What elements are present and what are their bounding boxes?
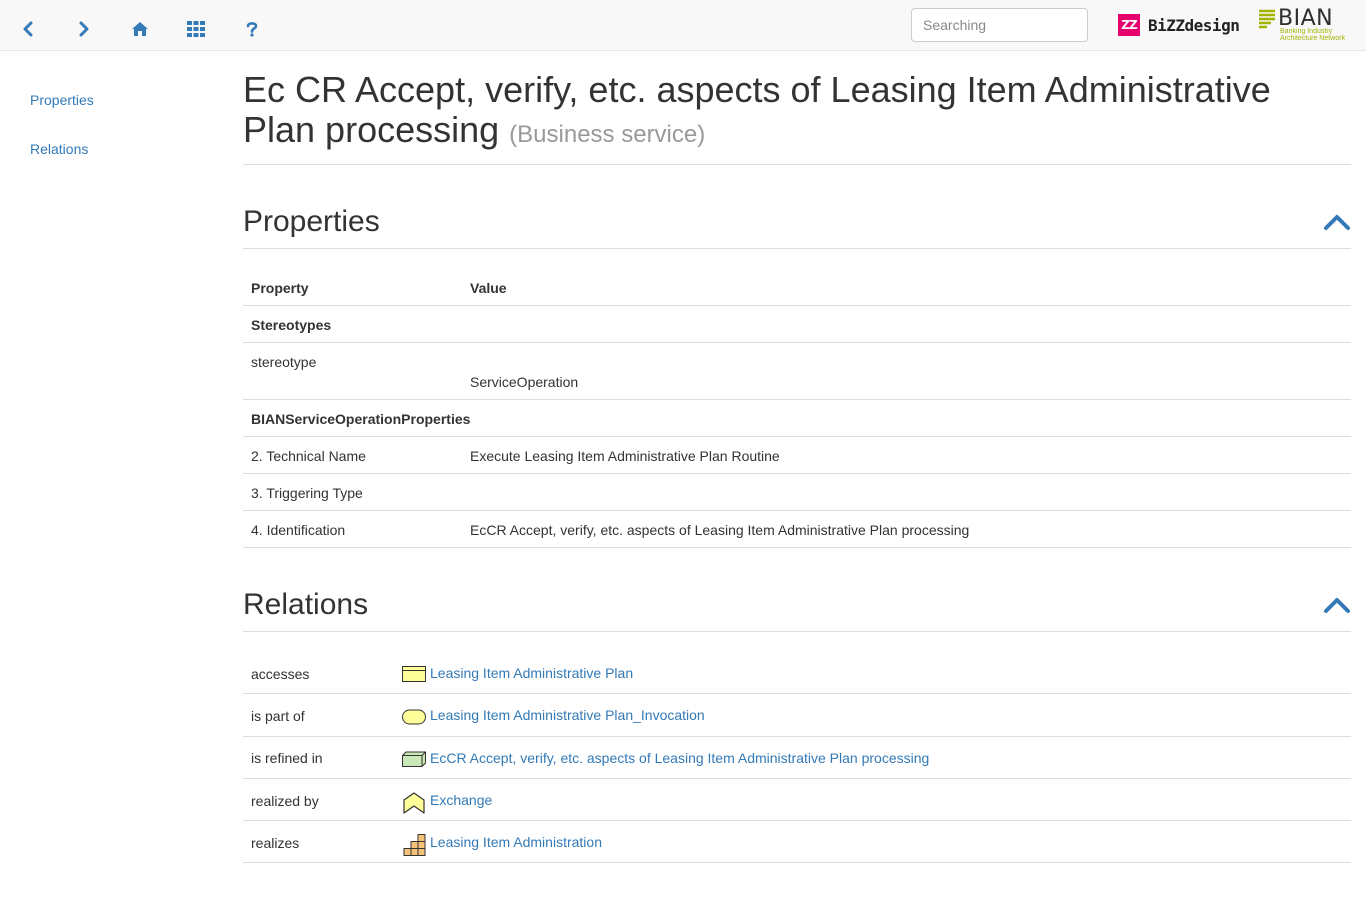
relations-table: accesses Leasing Item Administrative Pla… (243, 652, 1351, 864)
properties-heading: Properties (243, 205, 380, 238)
table-row: realizes Leasing Item Administration (243, 820, 1351, 864)
bizzdesign-logo-text: BiZZdesign (1148, 15, 1240, 35)
relation-target-link[interactable]: Leasing Item Administrative Plan (430, 665, 633, 681)
page-title-text: Ec CR Accept, verify, etc. aspects of Le… (243, 69, 1271, 150)
question-icon[interactable] (239, 16, 265, 42)
table-group-row: Stereotypes (243, 305, 1351, 343)
value-stream-icon (402, 792, 426, 814)
property-name: 3. Triggering Type (243, 473, 462, 511)
relation-target-link[interactable]: Leasing Item Administrative Plan_Invocat… (430, 707, 705, 723)
bian-logo-mark-icon (1259, 9, 1275, 29)
table-header-row: Property Value (243, 269, 1351, 306)
search-input[interactable] (911, 8, 1088, 42)
chevron-left-icon[interactable] (15, 16, 41, 42)
table-row: 4. Identification EcCR Accept, verify, e… (243, 510, 1351, 548)
capability-icon (402, 834, 426, 857)
table-row: is refined in EcCR Accept, verify, etc. … (243, 736, 1351, 779)
property-value: EcCR Accept, verify, etc. aspects of Lea… (462, 510, 1351, 548)
business-service-icon (402, 708, 426, 726)
chevron-up-icon[interactable] (1323, 212, 1351, 232)
sidebar-item-relations[interactable]: Relations (30, 141, 88, 157)
page-title: Ec CR Accept, verify, etc. aspects of Le… (243, 70, 1351, 165)
bizzdesign-logo-mark: ZZ (1118, 14, 1140, 36)
property-name: 2. Technical Name (243, 436, 462, 474)
bian-logo-subtitle: Banking Industry Architecture Network (1280, 28, 1345, 42)
home-icon[interactable] (127, 16, 153, 42)
group-label-stereotypes: Stereotypes (243, 305, 1351, 343)
business-object-icon (402, 665, 426, 683)
page-subtitle: (Business service) (509, 121, 706, 148)
relations-heading: Relations (243, 588, 369, 621)
relation-target: Leasing Item Administrative Plan_Invocat… (394, 693, 1351, 737)
property-value: Execute Leasing Item Administrative Plan… (462, 436, 1351, 474)
relation-type: is refined in (243, 736, 394, 779)
group-label-bian-properties: BIANServiceOperationProperties (243, 399, 1351, 437)
relation-target-link[interactable]: Exchange (430, 792, 492, 808)
table-row: accesses Leasing Item Administrative Pla… (243, 652, 1351, 695)
main-content: Ec CR Accept, verify, etc. aspects of Le… (243, 70, 1351, 864)
grid-icon[interactable] (183, 16, 209, 42)
table-row: 3. Triggering Type (243, 473, 1351, 511)
relation-type: realized by (243, 778, 394, 822)
column-header-property: Property (243, 269, 462, 306)
properties-section-header: Properties (243, 165, 1351, 249)
relation-target: Exchange (394, 778, 1351, 822)
property-name: stereotype (243, 342, 462, 400)
property-value (462, 473, 1351, 511)
chevron-up-icon[interactable] (1323, 595, 1351, 615)
properties-table: Property Value Stereotypes stereotype Se… (243, 269, 1351, 548)
table-row: stereotype ServiceOperation (243, 342, 1351, 400)
bian-logo-subtitle-line2: Architecture Network (1280, 35, 1345, 42)
table-group-row: BIANServiceOperationProperties (243, 399, 1351, 437)
property-name: 4. Identification (243, 510, 462, 548)
relation-target-link[interactable]: Leasing Item Administration (430, 834, 602, 850)
relation-target: EcCR Accept, verify, etc. aspects of Lea… (394, 736, 1351, 779)
table-row: 2. Technical Name Execute Leasing Item A… (243, 436, 1351, 474)
relations-section-header: Relations (243, 548, 1351, 632)
node-icon (402, 750, 426, 768)
relation-target: Leasing Item Administration (394, 820, 1351, 864)
column-header-value: Value (462, 269, 1351, 306)
relation-target: Leasing Item Administrative Plan (394, 652, 1351, 695)
relation-type: accesses (243, 652, 394, 695)
table-row: is part of Leasing Item Administrative P… (243, 693, 1351, 737)
relation-type: is part of (243, 693, 394, 737)
top-navbar: ZZ BiZZdesign BIAN Banking Industry Arch… (0, 0, 1366, 51)
property-value: ServiceOperation (462, 342, 1351, 400)
chevron-right-icon[interactable] (71, 16, 97, 42)
sidebar-item-properties[interactable]: Properties (30, 92, 94, 108)
table-row: realized by Exchange (243, 778, 1351, 822)
bian-logo-subtitle-line1: Banking Industry (1280, 28, 1333, 35)
relation-type: realizes (243, 820, 394, 864)
relation-target-link[interactable]: EcCR Accept, verify, etc. aspects of Lea… (430, 750, 929, 766)
bizzdesign-logo: ZZ BiZZdesign (1118, 14, 1240, 36)
bian-logo: BIAN Banking Industry Architecture Netwo… (1259, 6, 1351, 43)
